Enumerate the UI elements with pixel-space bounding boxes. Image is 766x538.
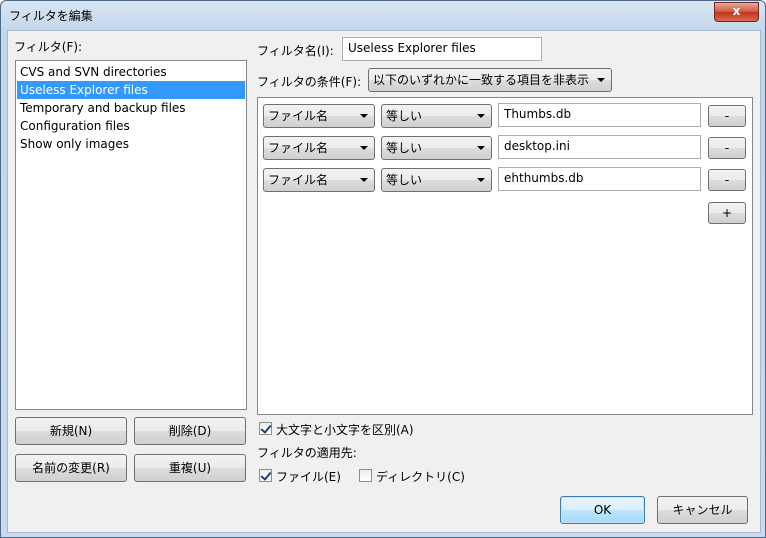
new-filter-button[interactable]: 新規(N) xyxy=(15,417,127,445)
rule-field-select[interactable]: ファイル名 xyxy=(263,104,375,128)
remove-rule-button[interactable]: - xyxy=(708,169,746,191)
edit-filter-dialog: フィルタを編集 x フィルタ(F): CVS and SVN directori… xyxy=(0,0,766,538)
dialog-body: フィルタ(F): CVS and SVN directories Useless… xyxy=(7,30,761,533)
case-sensitive-label[interactable]: 大文字と小文字を区別(A) xyxy=(276,421,414,438)
delete-filter-button[interactable]: 削除(D) xyxy=(134,417,246,445)
filter-list-label: フィルタ(F): xyxy=(14,40,83,54)
apply-directories-checkbox[interactable] xyxy=(359,469,372,482)
filter-name-input[interactable]: Useless Explorer files xyxy=(342,37,542,61)
chevron-down-icon xyxy=(360,178,368,182)
rule-operator-value: 等しい xyxy=(386,109,423,123)
filter-name-label: フィルタ名(I): xyxy=(257,44,334,58)
rule-field-value: ファイル名 xyxy=(268,173,329,187)
chevron-down-icon xyxy=(360,114,368,118)
rule-operator-select[interactable]: 等しい xyxy=(381,104,492,128)
rule-operator-value: 等しい xyxy=(386,141,423,155)
rule-value-input[interactable]: desktop.ini xyxy=(498,135,701,159)
filter-condition-value: 以下のいずれかに一致する項目を非表示 xyxy=(373,73,590,87)
chevron-down-icon xyxy=(597,78,605,82)
duplicate-filter-button[interactable]: 重複(U) xyxy=(134,454,246,482)
filter-list-item[interactable]: Temporary and backup files xyxy=(17,99,245,117)
chevron-down-icon xyxy=(477,178,485,182)
filter-list-item[interactable]: Configuration files xyxy=(17,117,245,135)
ok-button[interactable]: OK xyxy=(560,496,645,524)
case-sensitive-checkbox[interactable] xyxy=(259,422,272,435)
rule-value-input[interactable]: ehthumbs.db xyxy=(498,167,701,191)
filter-list[interactable]: CVS and SVN directories Useless Explorer… xyxy=(15,60,247,410)
apply-directories-label[interactable]: ディレクトリ(C) xyxy=(376,468,465,485)
filter-list-item-selected[interactable]: Useless Explorer files xyxy=(17,81,245,99)
rule-field-select[interactable]: ファイル名 xyxy=(263,136,375,160)
rule-operator-value: 等しい xyxy=(386,173,423,187)
close-icon: x xyxy=(732,4,741,18)
rules-panel: ファイル名 等しい Thumbs.db - ファイル名 等しい desktop.… xyxy=(257,97,753,415)
filter-list-item[interactable]: CVS and SVN directories xyxy=(17,63,245,81)
chevron-down-icon xyxy=(360,146,368,150)
rule-field-value: ファイル名 xyxy=(268,141,329,155)
chevron-down-icon xyxy=(477,114,485,118)
chevron-down-icon xyxy=(477,146,485,150)
window-title: フィルタを編集 xyxy=(9,9,93,23)
filter-list-item[interactable]: Show only images xyxy=(17,135,245,153)
apply-files-label[interactable]: ファイル(E) xyxy=(276,468,341,485)
rule-value-input[interactable]: Thumbs.db xyxy=(498,103,701,127)
title-bar: フィルタを編集 x xyxy=(1,1,765,29)
add-rule-button[interactable]: + xyxy=(708,202,746,224)
close-button[interactable]: x xyxy=(714,2,759,22)
filter-condition-select[interactable]: 以下のいずれかに一致する項目を非表示 xyxy=(368,68,612,92)
rule-field-value: ファイル名 xyxy=(268,109,329,123)
apply-to-label: フィルタの適用先: xyxy=(257,446,357,460)
rule-operator-select[interactable]: 等しい xyxy=(381,168,492,192)
remove-rule-button[interactable]: - xyxy=(708,137,746,159)
rule-field-select[interactable]: ファイル名 xyxy=(263,168,375,192)
apply-files-checkbox[interactable] xyxy=(259,469,272,482)
filter-condition-label: フィルタの条件(F): xyxy=(257,75,362,89)
remove-rule-button[interactable]: - xyxy=(708,105,746,127)
cancel-button[interactable]: キャンセル xyxy=(657,496,748,524)
rule-operator-select[interactable]: 等しい xyxy=(381,136,492,160)
rename-filter-button[interactable]: 名前の変更(R) xyxy=(15,454,127,482)
